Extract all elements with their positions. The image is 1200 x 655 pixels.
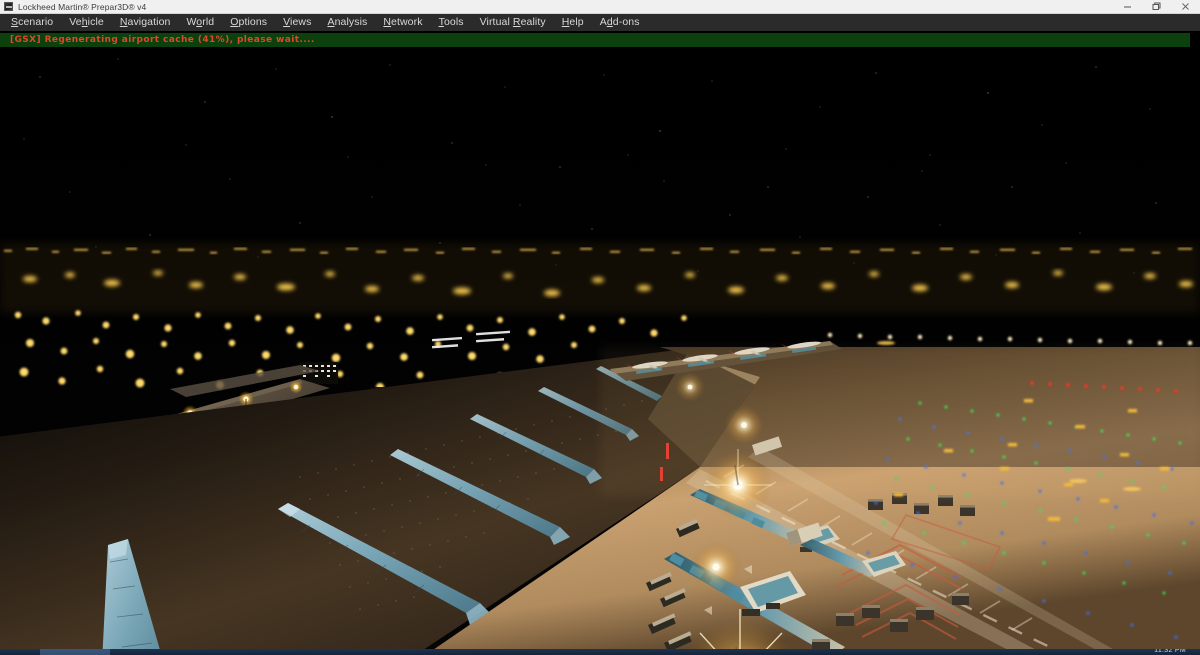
menu-item-world[interactable]: World (178, 14, 222, 31)
menu-label: Views (283, 16, 312, 28)
menu-label: Virtual Reality (479, 16, 546, 28)
windows-taskbar[interactable]: 11:32 PM (0, 649, 1200, 655)
menu-bar: Scenario Vehicle Navigation World Option… (0, 14, 1200, 31)
simulator-viewport[interactable] (0, 47, 1200, 652)
gsx-notification-bar: [GSX] Regenerating airport cache (41%), … (0, 33, 1190, 47)
p3d-app-icon[interactable] (4, 2, 13, 11)
taskbar-clock[interactable]: 11:32 PM (1154, 649, 1186, 655)
menu-item-tools[interactable]: Tools (431, 14, 472, 31)
title-bar: Lockheed Martin® Prepar3D® v4 (0, 0, 1200, 14)
menu-item-virtual-reality[interactable]: Virtual Reality (472, 14, 554, 31)
menu-item-vehicle[interactable]: Vehicle (61, 14, 112, 31)
night-airport-render (0, 47, 1200, 652)
menu-item-analysis[interactable]: Analysis (319, 14, 375, 31)
restore-icon[interactable] (1142, 0, 1171, 14)
menu-label: Analysis (327, 16, 368, 28)
prepar3d-window: Lockheed Martin® Prepar3D® v4 Scenario V… (0, 0, 1200, 655)
close-icon[interactable] (1171, 0, 1200, 14)
menu-label: Navigation (119, 16, 171, 28)
menu-label: Vehicle (69, 16, 104, 28)
menu-label: Help (561, 16, 584, 28)
menu-label: World (186, 16, 215, 28)
menu-label: Options (230, 16, 268, 28)
menu-item-navigation[interactable]: Navigation (112, 14, 179, 31)
menu-label: Network (383, 16, 423, 28)
window-controls (1113, 0, 1200, 14)
window-title: Lockheed Martin® Prepar3D® v4 (18, 1, 147, 12)
menu-label: Add-ons (599, 16, 640, 28)
menu-label: Tools (438, 16, 464, 28)
menu-item-add-ons[interactable]: Add-ons (592, 14, 648, 31)
minimize-icon[interactable] (1113, 0, 1142, 14)
menu-item-help[interactable]: Help (554, 14, 592, 31)
taskbar-active-window[interactable] (40, 649, 110, 655)
menu-label: Scenario (11, 16, 54, 28)
apron-atmospheric-glow (600, 347, 1200, 497)
menu-item-options[interactable]: Options (222, 14, 275, 31)
menu-item-scenario[interactable]: Scenario (3, 14, 61, 31)
gsx-notification-text: [GSX] Regenerating airport cache (41%), … (10, 35, 315, 45)
menu-item-network[interactable]: Network (375, 14, 430, 31)
menu-item-views[interactable]: Views (275, 14, 319, 31)
